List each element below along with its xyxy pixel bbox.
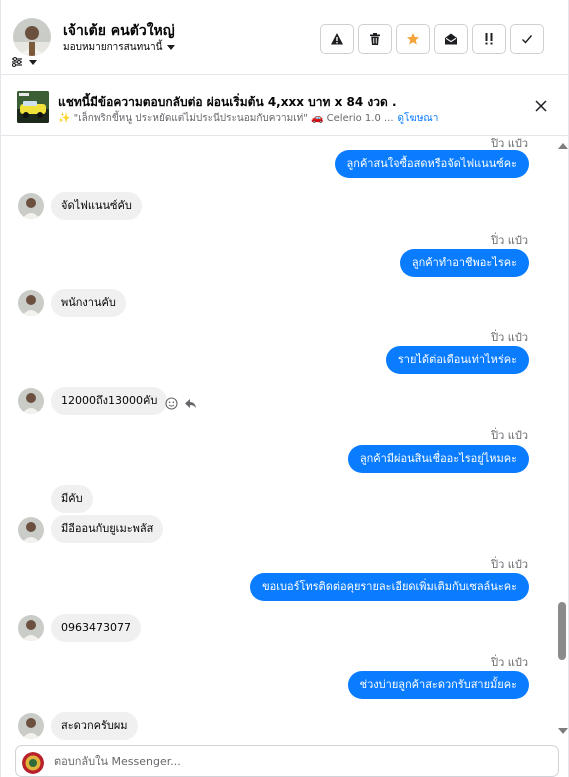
mark-spam-button[interactable] — [320, 24, 354, 54]
conversation-actions — [320, 24, 544, 54]
scroll-up-arrow-icon[interactable] — [558, 143, 568, 149]
outgoing-message[interactable]: ลูกค้าทำอาชีพอะไรคะ — [399, 249, 529, 277]
messenger-conversation-panel: เจ้าเต้ย คนตัวใหญ่ มอบหมายการสนทนานี้ แช… — [0, 0, 569, 777]
incoming-message[interactable]: 0963473077 — [51, 614, 141, 642]
sender-name: ปิ่ว แป๋ว — [491, 656, 528, 669]
contact-name[interactable]: เจ้าเต้ย คนตัวใหญ่ — [63, 20, 175, 42]
outgoing-message[interactable]: ลูกค้ามีผ่อนสินเชื่ออะไรอยู่ไหมคะ — [347, 445, 529, 473]
reply-composer — [15, 745, 559, 777]
message-tools — [165, 397, 197, 410]
exclamation-icon — [485, 33, 493, 45]
contact-avatar-small[interactable] — [18, 713, 44, 739]
incoming-message[interactable]: มีอีออนกับยูเมะพลัส — [51, 515, 164, 543]
scroll-down-arrow-icon[interactable] — [558, 728, 568, 734]
reply-icon[interactable] — [184, 397, 197, 410]
conversation-header: เจ้าเต้ย คนตัวใหญ่ มอบหมายการสนทนานี้ — [1, 0, 568, 75]
ad-subtitle: ✨ "เล็กพริกขี้หนู ประหยัดแต่ไม่ประนีประน… — [58, 113, 394, 124]
page-avatar — [22, 752, 44, 774]
label-filter-control[interactable] — [11, 56, 37, 68]
star-button[interactable] — [396, 24, 430, 54]
mark-done-button[interactable] — [510, 24, 544, 54]
check-icon — [522, 35, 533, 44]
sender-name: ปิ่ว แป๋ว — [491, 429, 528, 442]
trash-icon — [370, 33, 380, 45]
scrollbar-thumb[interactable] — [558, 602, 566, 660]
delete-button[interactable] — [358, 24, 392, 54]
sender-name: ปิ่ว แป๋ว — [491, 331, 528, 344]
sliders-icon — [12, 57, 22, 67]
message-thread: ปิ่ว แป๋ว ลูกค้าสนใจซื้อสดหรือจัดไฟแนนซ์… — [1, 137, 556, 740]
contact-avatar[interactable] — [13, 18, 51, 56]
outgoing-message[interactable]: ช่วงบ่ายลูกค้าสะดวกรับสายมั้ยคะ — [347, 671, 529, 699]
warning-icon — [331, 33, 343, 45]
view-ad-link[interactable]: ดูโฆษณา — [398, 111, 439, 126]
ad-subtitle-row: ✨ "เล็กพริกขี้หนู ประหยัดแต่ไม่ประนีประน… — [58, 111, 438, 126]
chevron-down-icon — [29, 59, 37, 65]
mark-important-button[interactable] — [472, 24, 506, 54]
incoming-message[interactable]: มีคับ — [51, 485, 93, 513]
outgoing-message[interactable]: ขอเบอร์โทรติดต่อคุยรายละเอียดเพิ่มเติมกั… — [250, 573, 529, 601]
smiley-icon[interactable] — [165, 397, 178, 410]
contact-avatar-small[interactable] — [18, 615, 44, 641]
thread-scrollbar[interactable] — [556, 137, 568, 740]
mark-unread-button[interactable] — [434, 24, 468, 54]
ad-title: แชทนี้มีข้อความตอบกลับต่อ ผ่อนเริ่มต้น 4… — [58, 95, 397, 109]
contact-avatar-small[interactable] — [18, 388, 44, 414]
contact-avatar-small[interactable] — [18, 193, 44, 219]
chevron-down-icon — [167, 45, 176, 50]
contact-avatar-small[interactable] — [18, 517, 44, 543]
sender-name: ปิ่ว แป๋ว — [491, 234, 528, 247]
ad-context-banner: แชทนี้มีข้อความตอบกลับต่อ ผ่อนเริ่มต้น 4… — [1, 76, 568, 136]
incoming-message[interactable]: สะดวกครับผม — [51, 712, 138, 740]
outgoing-message[interactable]: รายได้ต่อเดือนเท่าไหร่คะ — [385, 346, 529, 374]
outgoing-message[interactable]: ลูกค้าสนใจซื้อสดหรือจัดไฟแนนซ์คะ — [334, 150, 529, 178]
star-icon — [407, 33, 419, 45]
incoming-message[interactable]: พนักงานคับ — [51, 289, 126, 317]
incoming-message[interactable]: 12000ถึง13000คับ — [51, 387, 168, 415]
assign-label: มอบหมายการสนทนานี้ — [63, 42, 163, 53]
envelope-open-icon — [445, 33, 457, 45]
close-icon[interactable] — [534, 99, 548, 113]
reply-input[interactable] — [54, 755, 534, 768]
assign-conversation-dropdown[interactable]: มอบหมายการสนทนานี้ — [63, 40, 176, 55]
incoming-message[interactable]: จัดไฟแนนซ์คับ — [51, 192, 142, 220]
sender-name: ปิ่ว แป๋ว — [491, 558, 528, 571]
ad-thumbnail[interactable] — [17, 91, 49, 123]
contact-avatar-small[interactable] — [18, 290, 44, 316]
